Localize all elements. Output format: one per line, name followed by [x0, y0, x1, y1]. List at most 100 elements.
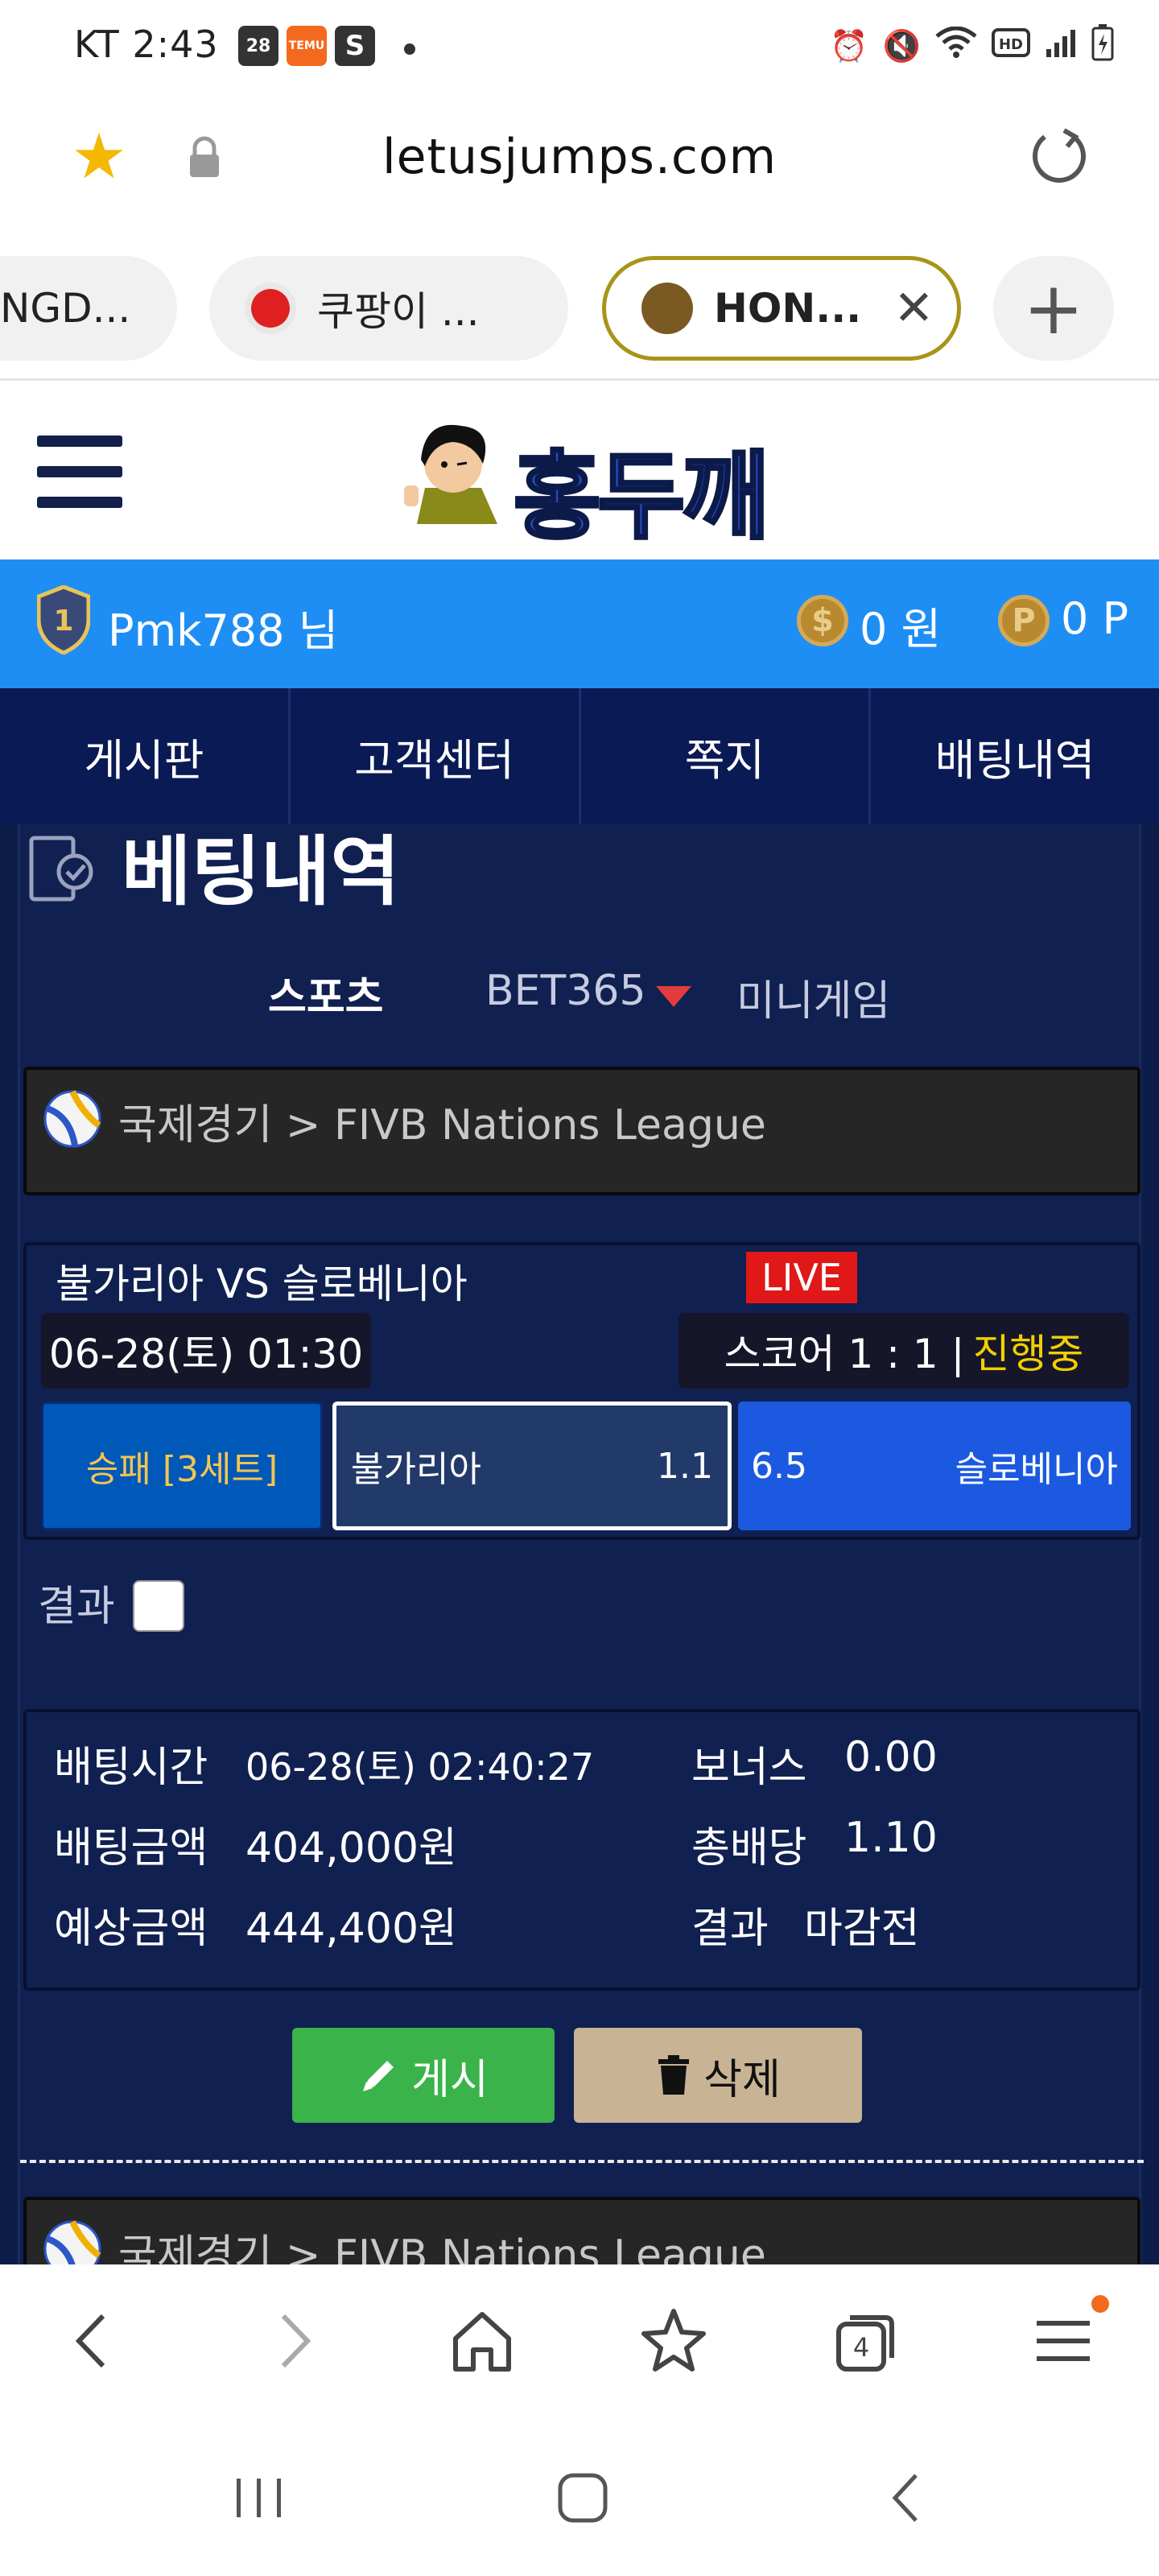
bookmarks-star-icon[interactable]	[637, 2305, 710, 2377]
score-text: 스코어 1 : 1 |	[724, 1331, 965, 1377]
dropdown-caret-icon[interactable]	[656, 986, 691, 1007]
tabs-icon[interactable]: 4	[829, 2305, 901, 2377]
progress-status: 진행중	[972, 1331, 1084, 1377]
nav-messages[interactable]: 쪽지	[581, 688, 872, 824]
bet-time-value: 06-28(토) 02:40:27	[245, 1745, 595, 1789]
refresh-icon[interactable]	[1027, 124, 1091, 188]
new-tab-icon[interactable]: +	[993, 256, 1114, 361]
score-status: 스코어 1 : 1 | 진행중	[678, 1313, 1129, 1389]
logo-text: 홍두깨	[512, 440, 771, 554]
nav-support[interactable]: 고객센터	[291, 688, 581, 824]
menu-icon[interactable]	[1027, 2305, 1099, 2377]
close-tab-icon[interactable]: ✕	[893, 280, 934, 336]
browser-toolbar: 4	[0, 2264, 1159, 2425]
battery-icon	[1091, 24, 1114, 68]
delete-button[interactable]: 삭제	[574, 2028, 862, 2123]
tab-hongdukae[interactable]: HON... ✕	[602, 256, 961, 361]
point-balance: 0 P	[1061, 593, 1129, 644]
svg-text:HD: HD	[999, 36, 1023, 53]
alarm-icon: ⏰	[830, 28, 868, 64]
total-odds-label: 총배당	[691, 1824, 807, 1872]
site-logo[interactable]: 홍두깨	[393, 411, 771, 554]
tab-ngd[interactable]: NGD...	[0, 256, 177, 361]
address-bar: ★ letusjumps.com	[0, 95, 1159, 224]
url-field[interactable]: letusjumps.com	[0, 129, 1159, 185]
bet-amount-label: 배팅금액	[54, 1824, 208, 1872]
home-odd: 1.1	[657, 1445, 713, 1487]
calendar-icon: 28	[238, 26, 278, 66]
browser-tabs: NGD... 쿠팡이 ... HON... ✕ +	[0, 242, 1159, 378]
status-time: KT 2:43	[74, 23, 219, 66]
username: Pmk788 님	[108, 605, 339, 656]
away-team: 슬로베니아	[955, 1449, 1118, 1490]
svg-text:1: 1	[53, 605, 73, 638]
subtab-minigame[interactable]: 미니게임	[736, 967, 890, 1027]
nav-bet-history[interactable]: 배팅내역	[871, 688, 1159, 824]
subtab-bet365[interactable]: BET365	[485, 967, 646, 1015]
signal-icon	[1045, 27, 1077, 66]
bet-time-label: 배팅시간	[54, 1744, 208, 1792]
league-name: 국제경기 > FIVB Nations League	[118, 2231, 766, 2264]
volleyball-icon	[43, 1090, 101, 1148]
separator	[20, 2160, 1144, 2163]
level-shield-icon: 1	[37, 585, 90, 654]
wifi-icon	[935, 26, 977, 66]
hongdukae-favicon-icon	[641, 283, 693, 334]
main-nav: 게시판 고객센터 쪽지 배팅내역	[0, 688, 1159, 824]
point-coin-icon: P	[998, 595, 1050, 646]
site-header: 홍두깨	[0, 381, 1159, 559]
cash-balance: 0 원	[860, 604, 942, 654]
post-button-label: 게시	[411, 2055, 489, 2104]
match-teams: 불가리아 VS 슬로베니아	[56, 1261, 468, 1307]
mascot-icon	[404, 424, 497, 524]
volleyball-icon	[43, 2220, 101, 2264]
trash-icon	[658, 2055, 690, 2095]
delete-button-label: 삭제	[703, 2055, 781, 2104]
subtab-sports[interactable]: 스포츠	[268, 964, 384, 1024]
pencil-icon	[363, 2061, 394, 2091]
result-value: 마감전	[804, 1905, 920, 1953]
bonus-value: 0.00	[844, 1733, 938, 1781]
expected-value: 444,400원	[245, 1905, 457, 1953]
result-checkbox[interactable]	[133, 1580, 184, 1632]
home-button-icon[interactable]	[551, 2466, 615, 2530]
temu-app-icon: TEMU	[287, 26, 327, 66]
result-filter-label: 결과	[38, 1583, 115, 1631]
away-odd: 6.5	[751, 1445, 807, 1487]
user-bar: 1 Pmk788 님 $ 0 원 P 0 P	[0, 559, 1159, 688]
hamburger-menu-icon[interactable]	[37, 436, 122, 508]
mute-icon: 🔇	[882, 28, 921, 64]
tab-label: 쿠팡이 ...	[317, 288, 480, 335]
league-header: 국제경기 > FIVB Nations League	[23, 1067, 1140, 1195]
expected-label: 예상금액	[54, 1905, 208, 1953]
menu-notification-dot	[1091, 2295, 1109, 2313]
clipboard-check-icon	[29, 836, 93, 902]
tab-label: HON...	[714, 285, 862, 332]
home-icon[interactable]	[446, 2305, 518, 2377]
notification-dot-icon	[404, 43, 415, 55]
live-badge: LIVE	[746, 1252, 857, 1303]
result-label: 결과	[691, 1905, 769, 1953]
league-name: 국제경기 > FIVB Nations League	[118, 1101, 766, 1150]
coupang-favicon-icon	[245, 283, 296, 334]
main-content: 베팅내역 스포츠 BET365 미니게임 국제경기 > FIVB Nations…	[0, 824, 1159, 2264]
status-bar: KT 2:43 28 TEMU S ⏰ 🔇 HD	[0, 0, 1159, 95]
back-icon[interactable]	[58, 2305, 130, 2377]
hd-icon: HD	[992, 27, 1030, 66]
odd-away[interactable]: 6.5 슬로베니아	[738, 1402, 1131, 1530]
system-back-icon[interactable]	[874, 2466, 938, 2530]
tab-coupang[interactable]: 쿠팡이 ...	[209, 256, 568, 361]
match-date: 06-28(토) 01:30	[41, 1313, 371, 1389]
recent-apps-icon[interactable]	[227, 2466, 291, 2530]
nav-board[interactable]: 게시판	[0, 688, 291, 824]
tab-count: 4	[853, 2332, 869, 2363]
odd-home-selected[interactable]: 불가리아 1.1	[332, 1402, 732, 1530]
bet-details: 배팅시간 06-28(토) 02:40:27 보너스 0.00 배팅금액 404…	[23, 1709, 1140, 1991]
forward-icon[interactable]	[256, 2305, 328, 2377]
post-button[interactable]: 게시	[292, 2028, 555, 2123]
market-type: 승패 [3세트]	[41, 1402, 323, 1530]
bet-history-panel: 베팅내역 스포츠 BET365 미니게임 국제경기 > FIVB Nations…	[18, 824, 1144, 2264]
bet-amount-value: 404,000원	[245, 1824, 457, 1872]
s-app-icon: S	[335, 26, 375, 66]
next-league-header: 국제경기 > FIVB Nations League	[23, 2197, 1140, 2264]
